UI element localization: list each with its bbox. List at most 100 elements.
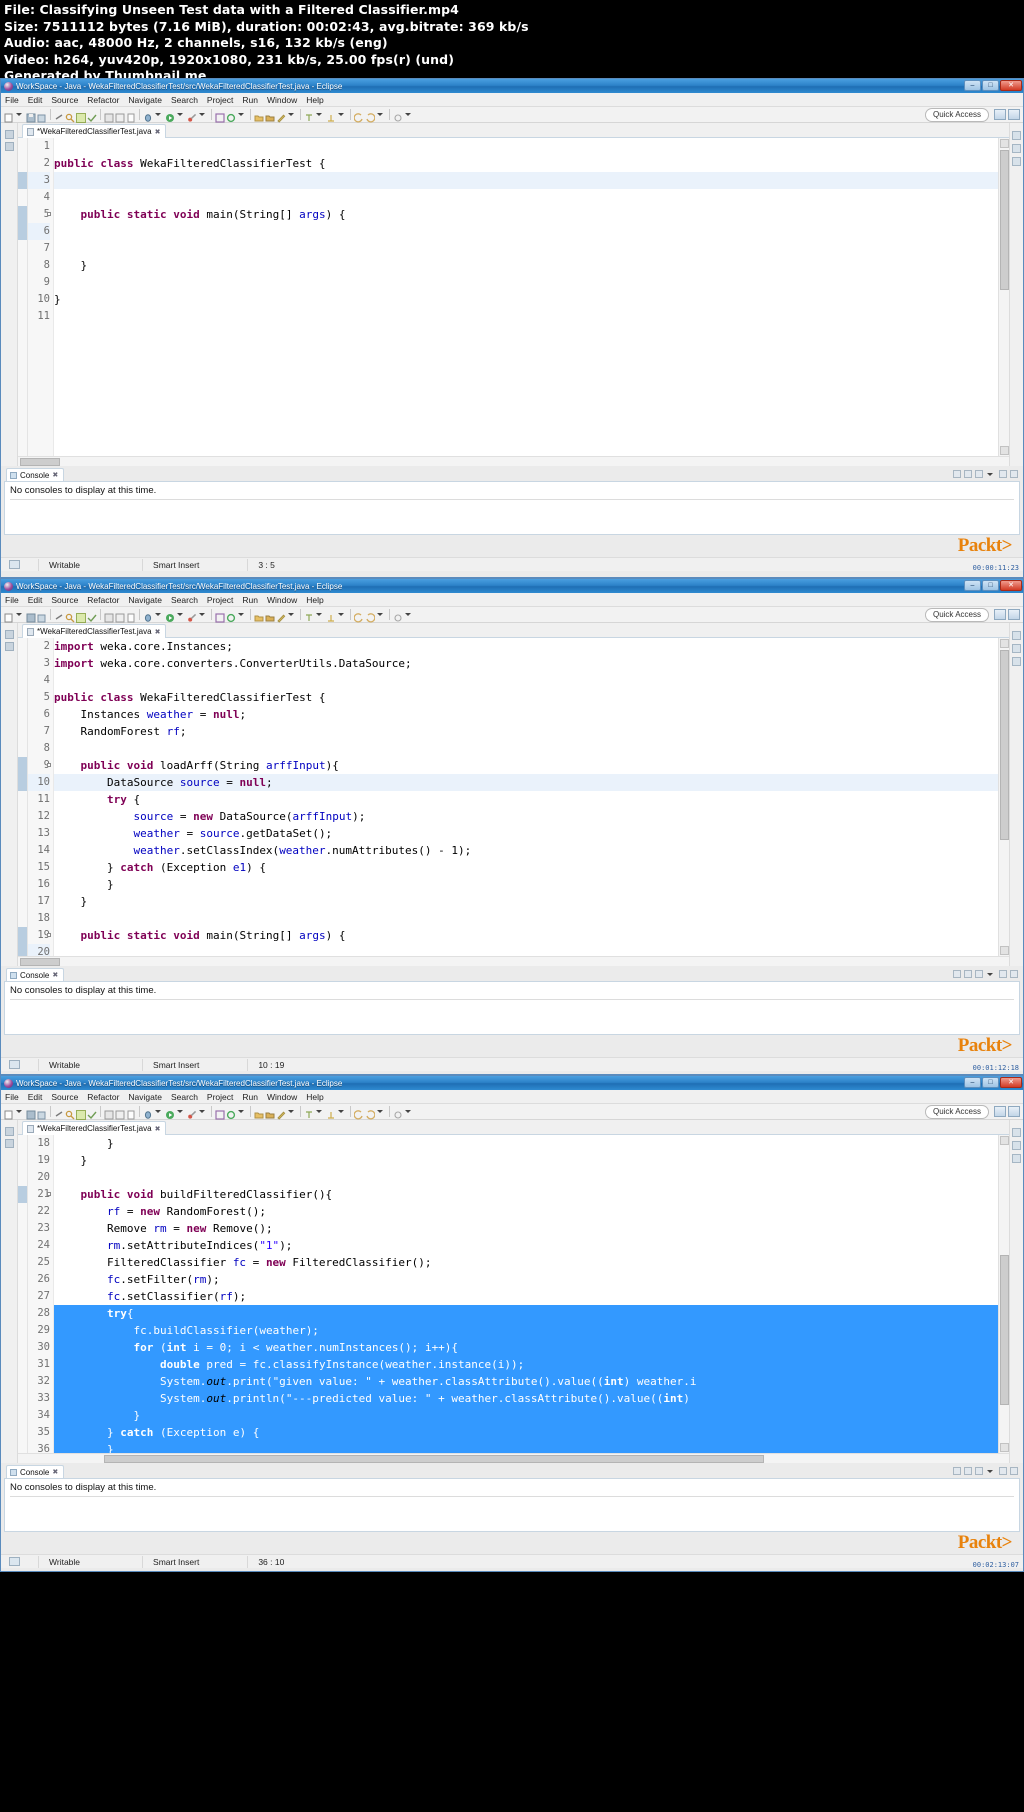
run-icon[interactable] xyxy=(165,110,175,122)
source-code-3[interactable]: } } public void buildFilteredClassifier(… xyxy=(54,1135,998,1453)
code-line[interactable]: rf = new RandomForest(); xyxy=(54,1203,998,1220)
pencil-dropdown-icon-3[interactable] xyxy=(288,1110,294,1113)
code-line[interactable] xyxy=(54,189,998,206)
annotation-ruler-2[interactable] xyxy=(18,638,28,961)
scroll-down-button-2[interactable] xyxy=(1000,946,1009,955)
java-perspective-icon-2[interactable] xyxy=(1008,609,1020,620)
code-line[interactable]: } xyxy=(54,1441,998,1453)
package-explorer-icon-2[interactable] xyxy=(4,630,14,639)
console-body-2[interactable]: No consoles to display at this time. xyxy=(4,981,1020,1035)
menu-item-source[interactable]: Source xyxy=(51,95,78,105)
code-line[interactable] xyxy=(54,138,998,155)
vertical-scroll-thumb-2[interactable] xyxy=(1000,650,1009,840)
menu-item-help-3[interactable]: Help xyxy=(306,1092,323,1102)
code-line[interactable]: } xyxy=(54,257,998,274)
menu-item-navigate-3[interactable]: Navigate xyxy=(128,1092,162,1102)
console-clear-icon-1[interactable] xyxy=(953,470,961,478)
code-line[interactable]: public static void main(String[] args) { xyxy=(54,927,998,944)
console-tab-3[interactable]: Console ✖ xyxy=(6,1465,65,1478)
debug-dropdown-icon-3[interactable] xyxy=(155,1110,161,1113)
source-code-2[interactable]: import weka.core.Instances; import weka.c… xyxy=(54,638,998,956)
console-close-icon-3[interactable]: ✖ xyxy=(52,1468,58,1476)
prev-annotation-icon[interactable] xyxy=(326,110,336,122)
new-icon[interactable] xyxy=(4,110,14,122)
open-type-icon[interactable] xyxy=(104,110,114,122)
code-line[interactable]: DataSource source = null; xyxy=(54,774,998,791)
code-line[interactable] xyxy=(54,274,998,291)
menu-item-refactor-3[interactable]: Refactor xyxy=(87,1092,119,1102)
run-dropdown-icon-3[interactable] xyxy=(177,1110,183,1113)
fold-marker-icon[interactable] xyxy=(47,933,51,937)
minimize-button-3[interactable]: – xyxy=(964,1077,981,1088)
debug-dropdown-icon[interactable] xyxy=(155,113,161,116)
console-body-1[interactable]: No consoles to display at this time. xyxy=(4,481,1020,535)
check-icon[interactable] xyxy=(87,110,97,122)
menu-item-help-2[interactable]: Help xyxy=(306,595,323,605)
menu-item-source-3[interactable]: Source xyxy=(51,1092,78,1102)
minimize-button[interactable]: – xyxy=(964,80,981,91)
code-line[interactable]: fc.buildClassifier(weather); xyxy=(54,1322,998,1339)
maximize-button[interactable]: □ xyxy=(982,80,999,91)
console-close-icon-1[interactable]: ✖ xyxy=(52,471,58,479)
debug-icon-3[interactable] xyxy=(143,1107,153,1119)
new-dropdown-icon-3[interactable] xyxy=(16,1110,22,1113)
code-line[interactable]: source = new DataSource(arffInput); xyxy=(54,808,998,825)
search-icon-2[interactable] xyxy=(65,610,75,622)
horizontal-scrollbar-2[interactable] xyxy=(18,956,1009,966)
code-line[interactable]: } catch (Exception e1) { xyxy=(54,859,998,876)
menu-item-window-2[interactable]: Window xyxy=(267,595,297,605)
code-line[interactable]: weather = source.getDataSet(); xyxy=(54,825,998,842)
overview-ruler-icon-1[interactable] xyxy=(1012,131,1021,140)
menu-item-window-3[interactable]: Window xyxy=(267,1092,297,1102)
code-line[interactable] xyxy=(54,740,998,757)
new-icon-2[interactable] xyxy=(4,610,14,622)
menu-item-file-2[interactable]: File xyxy=(5,595,19,605)
menu-item-edit[interactable]: Edit xyxy=(28,95,43,105)
horizontal-scrollbar-1[interactable] xyxy=(18,456,1009,466)
console-close-icon-2[interactable]: ✖ xyxy=(52,971,58,979)
new-window-icon-2[interactable] xyxy=(215,610,225,623)
console-tab-2[interactable]: Console ✖ xyxy=(6,968,65,981)
save-all-icon[interactable] xyxy=(37,110,47,122)
back-icon-3[interactable] xyxy=(353,1107,364,1119)
open-folder-icon-2[interactable] xyxy=(254,610,264,621)
code-line[interactable]: public static void main(String[] args) { xyxy=(54,206,998,223)
perspective-icon-3[interactable] xyxy=(393,1107,403,1119)
open-folder-icon[interactable] xyxy=(254,110,264,121)
code-line[interactable]: } xyxy=(54,893,998,910)
console-clear-icon-3[interactable] xyxy=(953,1467,961,1475)
code-line[interactable]: weather.setClassIndex(weather.numAttribu… xyxy=(54,842,998,859)
code-line[interactable]: public void loadArff(String arffInput){ xyxy=(54,757,998,774)
package-explorer-icon[interactable] xyxy=(4,130,14,139)
scroll-down-button-1[interactable] xyxy=(1000,446,1009,455)
save-all-icon-2[interactable] xyxy=(37,610,47,622)
java-perspective-icon[interactable] xyxy=(1008,109,1020,120)
new-java-class-icon[interactable] xyxy=(76,110,86,123)
refresh-icon-3[interactable] xyxy=(226,1107,236,1119)
code-line[interactable] xyxy=(54,240,998,257)
code-line[interactable]: } catch (Exception e) { xyxy=(54,1424,998,1441)
close-button-2[interactable]: ✕ xyxy=(1000,580,1022,591)
overview-ruler-icon-2[interactable] xyxy=(1012,631,1021,640)
open-perspective-icon-2[interactable] xyxy=(994,609,1006,620)
menu-item-project[interactable]: Project xyxy=(207,95,233,105)
code-line[interactable]: } xyxy=(54,1407,998,1424)
editor-tab-wekafilteredclassifiertest-2[interactable]: *WekaFilteredClassifierTest.java ✖ xyxy=(22,624,167,638)
menu-item-project-2[interactable]: Project xyxy=(207,595,233,605)
editor-tab-wekafilteredclassifiertest-3[interactable]: *WekaFilteredClassifierTest.java ✖ xyxy=(22,1121,167,1135)
open-folder-2-icon-2[interactable] xyxy=(265,610,275,621)
horizontal-scroll-thumb-1[interactable] xyxy=(20,458,60,466)
console-clear-icon-2[interactable] xyxy=(953,970,961,978)
close-tab-icon-2[interactable]: ✖ xyxy=(155,628,161,636)
menu-item-edit-3[interactable]: Edit xyxy=(28,1092,43,1102)
horizontal-scroll-thumb-3[interactable] xyxy=(104,1455,764,1463)
console-minimize-icon-1[interactable] xyxy=(999,470,1007,478)
vertical-scrollbar-1[interactable] xyxy=(998,138,1009,456)
prev-annotation-icon-3[interactable] xyxy=(326,1107,336,1119)
console-scroll-lock-icon-3[interactable] xyxy=(964,1467,972,1475)
code-line[interactable]: try{ xyxy=(54,1305,998,1322)
next-annotation-dropdown-icon[interactable] xyxy=(316,113,322,116)
back-icon-2[interactable] xyxy=(353,610,364,622)
next-annotation-icon[interactable] xyxy=(304,110,314,121)
scroll-up-button-1[interactable] xyxy=(1000,139,1009,148)
